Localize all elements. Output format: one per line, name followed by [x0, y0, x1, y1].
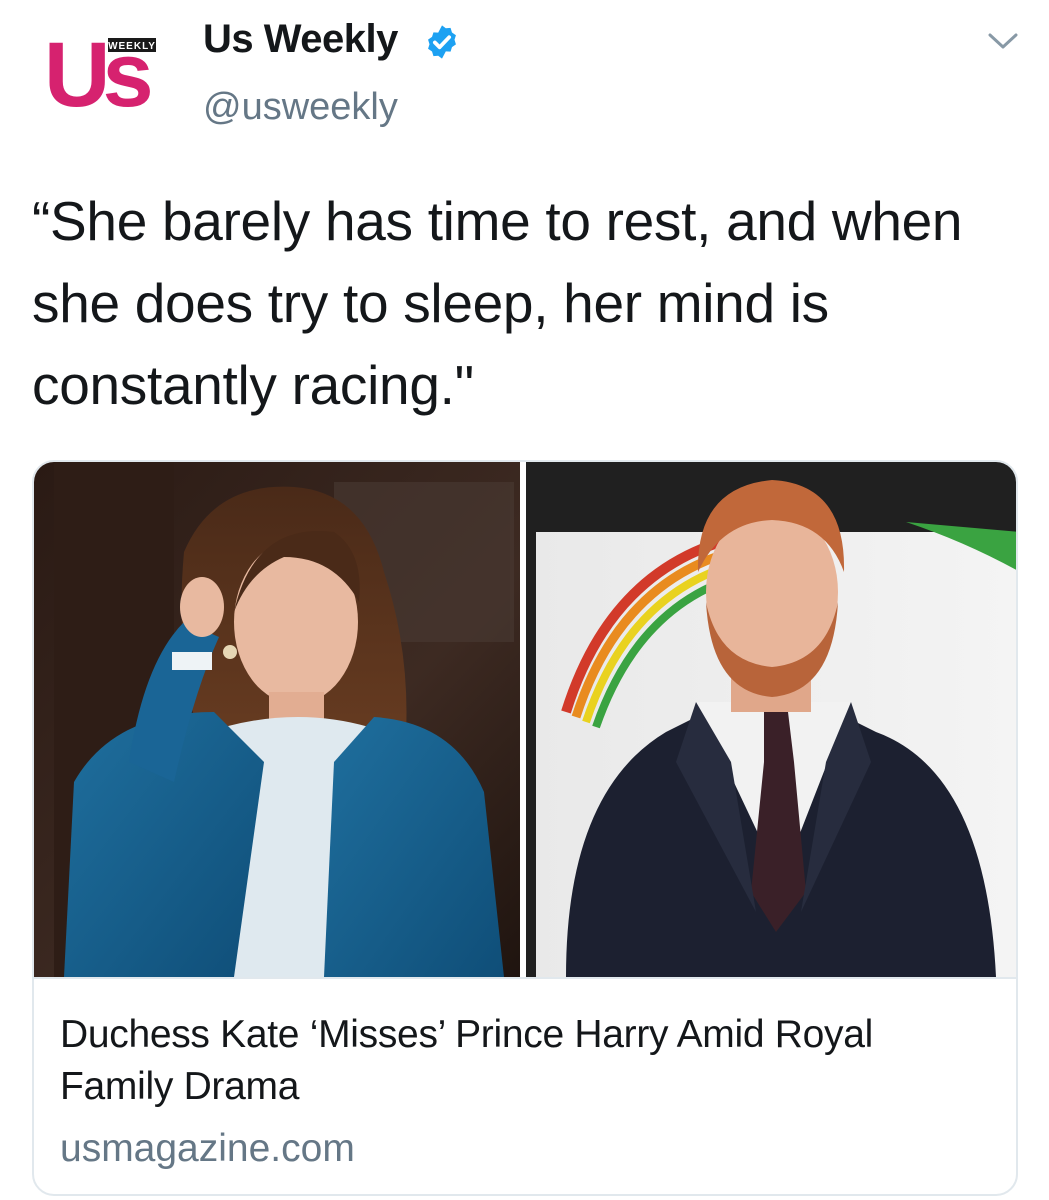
tweet: Us WEEKLY Us Weekly @usweekly “She barel… [0, 0, 1049, 1200]
chevron-down-icon[interactable] [986, 28, 1020, 54]
us-weekly-logo: Us WEEKLY [44, 24, 158, 120]
card-photo-right [526, 462, 1016, 977]
card-body: Duchess Kate ‘Misses’ Prince Harry Amid … [34, 977, 1016, 1194]
account-avatar[interactable]: Us WEEKLY [40, 20, 170, 120]
verified-badge-icon [428, 25, 456, 59]
account-display-name[interactable]: Us Weekly [203, 17, 398, 62]
card-domain: usmagazine.com [60, 1127, 355, 1170]
card-photo-left [34, 462, 520, 977]
card-media [34, 462, 1016, 977]
card-title[interactable]: Duchess Kate ‘Misses’ Prince Harry Amid … [60, 1009, 994, 1113]
tweet-text: “She barely has time to rest, and when s… [32, 190, 963, 416]
logo-badge-text: WEEKLY [108, 41, 156, 52]
link-card[interactable]: Duchess Kate ‘Misses’ Prince Harry Amid … [32, 460, 1018, 1196]
account-handle[interactable]: @usweekly [203, 86, 398, 129]
